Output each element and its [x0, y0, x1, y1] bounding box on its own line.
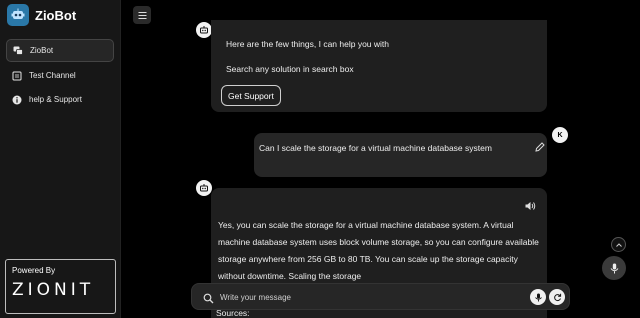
user-message-text: Can I scale the storage for a virtual ma…	[259, 143, 492, 153]
refresh-button[interactable]	[549, 289, 565, 305]
sidebar: ZioBot ZioBot Test Channel help & Suppor…	[0, 0, 121, 318]
microphone-icon	[534, 293, 542, 301]
microphone-button[interactable]	[602, 256, 626, 280]
get-support-button[interactable]: Get Support	[221, 85, 281, 106]
sidebar-item-label: help & Support	[29, 95, 82, 104]
bot-avatar	[196, 22, 212, 38]
brand-name: ZioBot	[35, 7, 77, 23]
message-input[interactable]	[220, 288, 520, 306]
hamburger-icon	[138, 11, 146, 19]
chevron-up-icon	[615, 242, 622, 247]
bot-message-bubble: Here are the few things, I can help you …	[211, 20, 547, 112]
refresh-icon	[553, 293, 561, 301]
powered-by-box: Powered By ZIONIT	[5, 259, 116, 314]
menu-toggle-button[interactable]	[133, 6, 151, 24]
edit-icon[interactable]	[534, 140, 546, 152]
bot-avatar	[196, 180, 212, 196]
search-icon	[203, 291, 214, 304]
user-avatar: K	[552, 127, 568, 143]
microphone-icon	[610, 263, 618, 273]
sidebar-item-ziobot[interactable]: ZioBot	[6, 39, 114, 62]
bot-icon	[200, 184, 208, 192]
bot-message-text: Here are the few things, I can help you …	[226, 39, 390, 49]
channel-icon	[12, 71, 22, 81]
speaker-icon[interactable]	[524, 199, 536, 211]
scroll-to-top-button[interactable]	[611, 237, 626, 252]
sidebar-item-label: ZioBot	[30, 46, 54, 55]
brand[interactable]: ZioBot	[7, 4, 76, 26]
bot-message-text: Yes, you can scale the storage for a vir…	[218, 220, 539, 281]
sidebar-item-label: Test Channel	[29, 71, 76, 80]
robot-logo-icon	[7, 4, 29, 26]
chat-icon	[13, 46, 23, 56]
zionit-logo: ZIONIT	[12, 280, 109, 300]
zionit-logo-text: ZIONIT	[12, 280, 95, 300]
sidebar-item-test-channel[interactable]: Test Channel	[6, 64, 114, 87]
message-input-bar	[191, 283, 570, 310]
voice-input-button[interactable]	[530, 289, 546, 305]
sidebar-item-help-support[interactable]: help & Support	[6, 88, 114, 111]
user-message-bubble: Can I scale the storage for a virtual ma…	[254, 133, 547, 177]
info-icon	[12, 95, 22, 105]
bot-message-text: Search any solution in search box	[226, 64, 354, 74]
powered-by-label: Powered By	[12, 266, 56, 275]
bot-icon	[200, 26, 208, 34]
